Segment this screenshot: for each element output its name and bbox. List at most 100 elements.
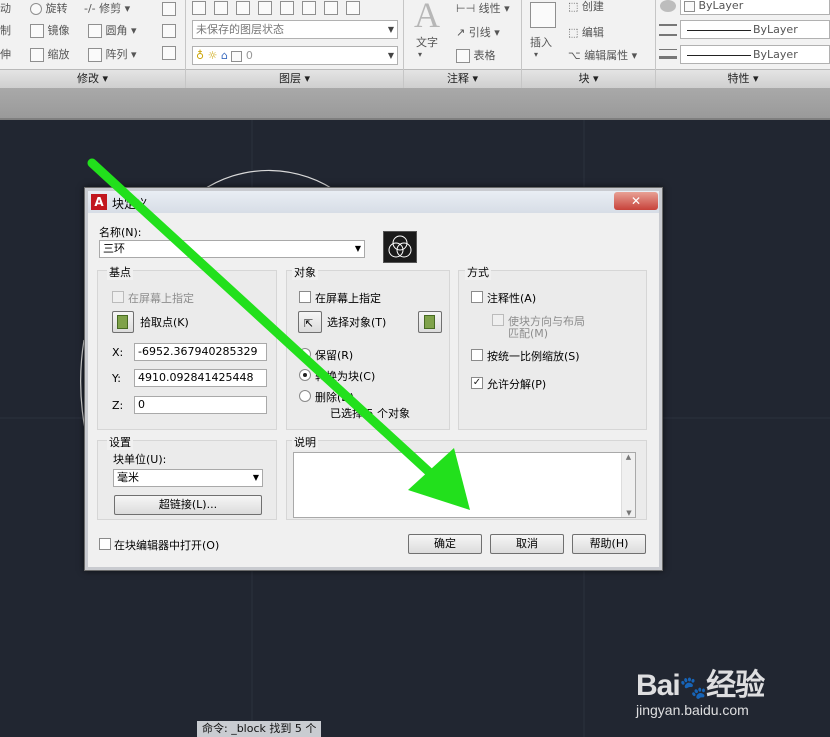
insert-label[interactable]: 插入	[530, 34, 552, 50]
label: 动	[0, 2, 11, 15]
match-orientation-label-2: 匹配(M)	[508, 327, 549, 340]
lineweight-combo[interactable]: ByLayer	[680, 45, 830, 64]
chevron-down-icon[interactable]: ▾	[418, 50, 422, 59]
description-scrollbar[interactable]: ▲ ▼	[621, 453, 635, 517]
description-title: 说明	[292, 434, 318, 450]
scroll-down-icon[interactable]: ▼	[622, 509, 636, 517]
retain-label: 保留(R)	[315, 349, 354, 362]
base-specify-on-screen-checkbox[interactable]	[112, 291, 124, 303]
lineweight-icon[interactable]	[659, 49, 677, 59]
text-a-icon[interactable]: A	[414, 0, 440, 36]
block-definition-dialog: A 块定义 ✕ 名称(N): 三环 ▼ 基点 在屏幕上指定 拾取点(K) X: …	[84, 187, 663, 571]
line-preview	[687, 30, 751, 31]
description-textarea[interactable]	[293, 452, 636, 518]
close-icon[interactable]: ✕	[614, 192, 658, 210]
pick-point-button[interactable]	[112, 311, 134, 333]
command-line[interactable]: 命令: _block 找到 5 个	[197, 721, 322, 737]
layer-icon-1[interactable]	[192, 1, 206, 15]
label: 引线 ▾	[468, 26, 500, 39]
ribbon-btn-copy[interactable]: 制	[0, 22, 11, 38]
layer-icon-2[interactable]	[214, 1, 228, 15]
ribbon-btn-edit-attributes[interactable]: ⌥ 编辑属性 ▾	[568, 47, 637, 63]
explode-icon[interactable]	[162, 24, 176, 38]
edit-icon[interactable]	[162, 46, 176, 60]
mirror-icon	[30, 24, 44, 38]
ribbon-btn-mirror[interactable]: 镜像	[30, 22, 70, 38]
ribbon-btn-scale[interactable]: 缩放	[30, 46, 70, 62]
z-coordinate-input[interactable]: 0	[134, 396, 267, 414]
layer-icon-7[interactable]	[324, 1, 338, 15]
text-button-label[interactable]: 文字	[416, 34, 438, 50]
current-layer-combo[interactable]: ♁ ☼ ⌂ 0 ▼	[192, 46, 398, 65]
label: 表格	[473, 49, 496, 62]
ribbon-btn-move[interactable]: 动	[0, 0, 11, 16]
layer-state-combo[interactable]: 未保存的图层状态 ▼	[192, 20, 398, 39]
ribbon-btn-linear[interactable]: ⊢⊣ 线性 ▾	[456, 0, 510, 16]
modify-panel-title[interactable]: 修改 ▾	[0, 69, 185, 88]
objects-title: 对象	[292, 264, 318, 280]
layer-icon-8[interactable]	[346, 1, 360, 15]
unlock-icon: ⌂	[220, 49, 228, 62]
fillet-icon	[88, 24, 102, 38]
ribbon-btn-trim[interactable]: -/- 修剪 ▾	[84, 0, 130, 16]
allow-exploding-checkbox[interactable]: ✓	[471, 377, 483, 389]
chevron-down-icon[interactable]: ▾	[534, 50, 538, 59]
settings-title: 设置	[107, 434, 133, 450]
lightbulb-icon: ♁	[196, 49, 205, 62]
x-coordinate-input[interactable]: -6952.367940285329	[134, 343, 267, 361]
insert-block-icon[interactable]	[530, 2, 556, 28]
block-name-combo[interactable]: 三环 ▼	[99, 240, 365, 258]
leader-icon: ↗	[456, 26, 466, 39]
convert-to-block-radio[interactable]	[299, 369, 311, 381]
annotation-panel: A 文字 ▾ ⊢⊣ 线性 ▾ ↗ 引线 ▾ 表格 注释 ▾	[404, 0, 522, 88]
linetype-combo[interactable]: ByLayer	[680, 20, 830, 39]
ok-button[interactable]: 确定	[408, 534, 482, 554]
ribbon-btn-rotate[interactable]: 旋转	[30, 0, 68, 16]
ribbon-btn-array[interactable]: 阵列 ▾	[88, 46, 137, 62]
quick-select-icon	[424, 315, 435, 329]
ribbon-btn-leader[interactable]: ↗ 引线 ▾	[456, 24, 500, 40]
eraser-icon[interactable]	[162, 2, 176, 16]
scale-uniformly-checkbox[interactable]	[471, 349, 483, 361]
label: 伸	[0, 48, 11, 61]
hyperlink-button[interactable]: 超链接(L)...	[114, 495, 262, 515]
retain-radio[interactable]	[299, 348, 311, 360]
name-label: 名称(N):	[99, 226, 142, 239]
layer-icon-6[interactable]	[302, 1, 316, 15]
color-wheel-icon[interactable]	[660, 0, 676, 12]
scroll-up-icon[interactable]: ▲	[622, 453, 635, 461]
annotative-checkbox[interactable]	[471, 291, 483, 303]
ribbon-btn-stretch[interactable]: 伸	[0, 46, 11, 62]
ribbon-btn-create[interactable]: ⬚ 创建	[568, 0, 604, 14]
color-combo[interactable]: ByLayer	[680, 0, 830, 15]
block-unit-select[interactable]: 毫米 ▼	[113, 469, 263, 487]
three-rings-preview	[388, 235, 412, 258]
edit-attributes-icon: ⌥	[568, 49, 581, 62]
layer-icon-3[interactable]	[236, 1, 250, 15]
layers-panel-title[interactable]: 图层 ▾	[186, 69, 403, 88]
ribbon-btn-fillet[interactable]: 圆角 ▾	[88, 22, 137, 38]
chevron-down-icon: ▼	[387, 25, 394, 34]
dialog-title-bar[interactable]: A 块定义 ✕	[88, 191, 659, 213]
layer-icon-4[interactable]	[258, 1, 272, 15]
ribbon-btn-edit[interactable]: ⬚ 编辑	[568, 24, 604, 40]
objects-specify-on-screen-checkbox[interactable]	[299, 291, 311, 303]
match-orientation-checkbox[interactable]	[492, 314, 504, 326]
open-in-editor-checkbox[interactable]	[99, 538, 111, 550]
table-icon	[456, 49, 470, 63]
delete-radio[interactable]	[299, 390, 311, 402]
y-coordinate-input[interactable]: 4910.092841425448	[134, 369, 267, 387]
linetype-icon[interactable]	[659, 24, 677, 36]
dimension-icon: ⊢⊣	[456, 2, 476, 15]
z-label: Z:	[112, 399, 124, 412]
ribbon-btn-table[interactable]: 表格	[456, 47, 496, 63]
properties-panel-title[interactable]: 特性 ▾	[656, 69, 830, 88]
modify-panel: 动 旋转 -/- 修剪 ▾ 制 镜像 圆角 ▾ 伸 缩放 阵列 ▾ 修改 ▾	[0, 0, 186, 88]
annotation-panel-title[interactable]: 注释 ▾	[404, 69, 521, 88]
block-panel-title[interactable]: 块 ▾	[522, 69, 655, 88]
quick-select-button[interactable]	[418, 311, 442, 333]
cancel-button[interactable]: 取消	[490, 534, 564, 554]
layer-icon-5[interactable]	[280, 1, 294, 15]
select-objects-button[interactable]: ⇱	[298, 311, 322, 333]
help-button[interactable]: 帮助(H)	[572, 534, 646, 554]
